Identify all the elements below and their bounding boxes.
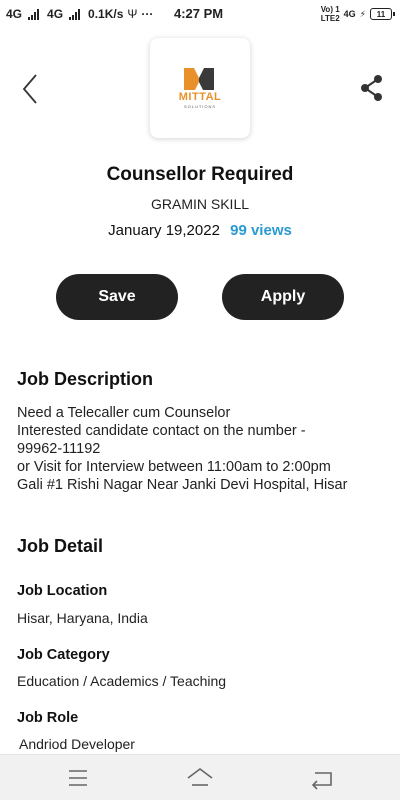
job-title: Counsellor Required xyxy=(106,164,294,185)
back-arrow-icon xyxy=(311,772,332,790)
description-line: Need a Telecaller cum Counselor xyxy=(17,405,231,421)
system-nav-bar xyxy=(0,754,400,800)
post-date: January 19,2022 xyxy=(108,222,220,239)
job-category-label: Job Category xyxy=(17,647,110,663)
detail-heading: Job Detail xyxy=(17,536,104,556)
battery-icon: 11 xyxy=(370,8,395,20)
nav-menu-button[interactable] xyxy=(64,765,92,791)
more-notifications-icon: ··· xyxy=(141,7,154,21)
share-icon xyxy=(361,75,382,101)
status-time: 4:27 PM xyxy=(174,6,224,21)
volte-label: Vo) 1 xyxy=(320,5,340,14)
menu-icon xyxy=(69,770,87,786)
status-bar: 4G 4G 0.1K/s Ψ ··· 4:27 PM Vo) 1 LTE2 4G… xyxy=(0,0,400,28)
lte-label: LTE2 xyxy=(320,14,340,23)
network-label-3: 4G xyxy=(343,9,356,19)
description-line: 99962-11192 xyxy=(17,441,101,457)
logo-mark-icon xyxy=(184,68,214,90)
job-description: Need a Telecaller cum Counselor Interest… xyxy=(17,404,387,494)
job-role-value: Andriod Developer xyxy=(19,736,135,752)
signal-icon xyxy=(69,8,81,20)
back-button[interactable] xyxy=(16,72,46,106)
company-logo: MITTAL SOLUTIONS xyxy=(150,38,250,138)
signal-icon xyxy=(28,8,40,20)
job-location-value: Hisar, Haryana, India xyxy=(17,610,148,626)
share-button[interactable] xyxy=(358,74,386,102)
network-label-2: 4G xyxy=(47,7,64,21)
home-icon xyxy=(187,768,213,786)
chevron-left-icon xyxy=(22,74,37,104)
job-location-label: Job Location xyxy=(17,583,108,599)
charging-icon: ⚡ xyxy=(359,8,366,19)
description-line: Interested candidate contact on the numb… xyxy=(17,423,306,439)
network-speed: 0.1K/s xyxy=(88,7,124,21)
description-line: Gali #1 Rishi Nagar Near Janki Devi Hosp… xyxy=(17,477,348,493)
job-category-value: Education / Academics / Teaching xyxy=(17,673,227,689)
logo-subtitle: SOLUTIONS xyxy=(183,104,217,109)
usb-icon: Ψ xyxy=(127,7,138,21)
apply-button[interactable]: Apply xyxy=(222,274,344,320)
nav-back-button[interactable] xyxy=(308,765,336,791)
save-button[interactable]: Save xyxy=(56,274,178,320)
network-label-1: 4G xyxy=(6,7,23,21)
status-left: 4G 4G 0.1K/s Ψ ··· xyxy=(6,7,153,21)
job-meta: January 19,2022 99 views xyxy=(0,222,400,239)
logo-word: MITTAL xyxy=(178,91,222,103)
view-count: 99 views xyxy=(230,222,292,239)
company-name: GRAMIN SKILL xyxy=(150,196,250,212)
lte-indicator: Vo) 1 LTE2 xyxy=(321,5,340,23)
description-line: or Visit for Interview between 11:00am t… xyxy=(17,459,331,475)
description-heading: Job Description xyxy=(17,369,154,389)
job-role-label: Job Role xyxy=(17,710,79,726)
status-right: Vo) 1 LTE2 4G ⚡ 11 xyxy=(321,5,395,23)
job-detail-screen: 4G 4G 0.1K/s Ψ ··· 4:27 PM Vo) 1 LTE2 4G… xyxy=(0,0,400,800)
battery-level: 11 xyxy=(376,9,386,19)
nav-home-button[interactable] xyxy=(186,765,214,791)
